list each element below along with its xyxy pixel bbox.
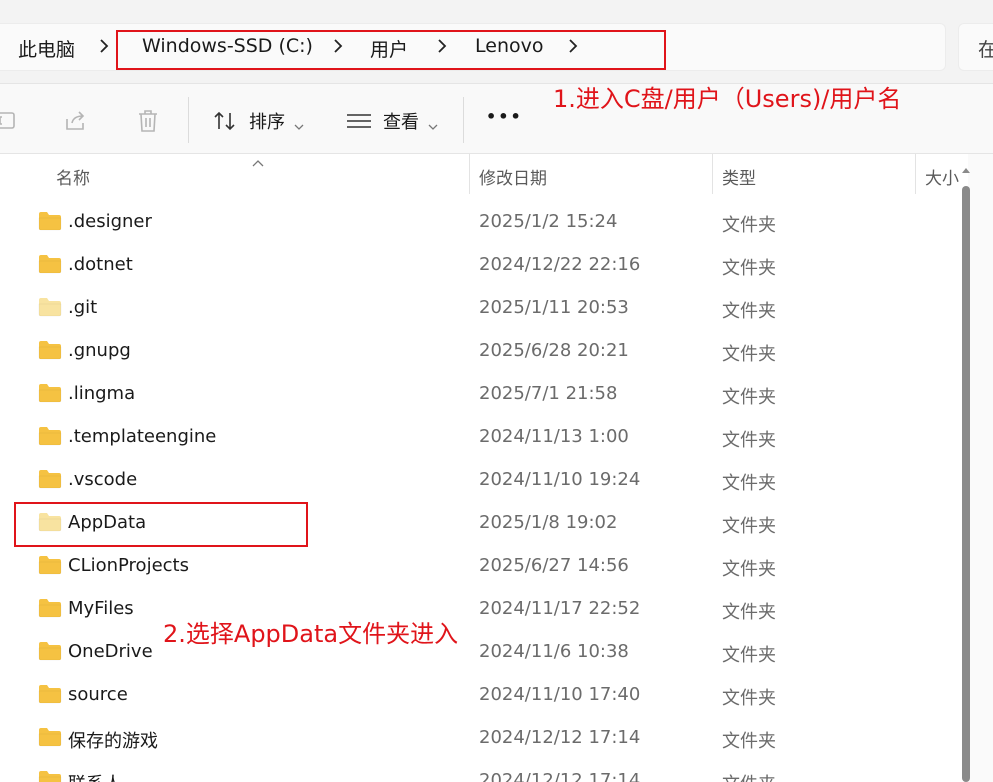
view-button[interactable]: 查看 — [383, 108, 419, 134]
folder-icon — [38, 684, 62, 704]
file-modified-date: 2025/6/28 20:21 — [479, 340, 629, 361]
file-modified-date: 2024/12/12 17:14 — [479, 727, 641, 748]
file-type: 文件夹 — [722, 516, 776, 537]
chevron-right-icon[interactable] — [97, 36, 111, 56]
file-modified-date: 2025/7/1 21:58 — [479, 383, 618, 404]
column-header-size[interactable]: 大小 — [925, 164, 959, 189]
file-type: 文件夹 — [722, 559, 776, 580]
folder-icon — [38, 340, 62, 360]
column-divider[interactable] — [915, 154, 916, 194]
folder-hidden-icon — [38, 297, 62, 317]
search-placeholder: 在 — [978, 39, 993, 61]
annotation-step1: 1.进入C盘/用户（Users)/用户名 — [553, 85, 902, 113]
file-name: OneDrive — [68, 641, 153, 662]
list-item[interactable]: CLionProjects 2025/6/27 14:56 文件夹 — [10, 544, 960, 587]
sort-ascending-icon — [252, 152, 264, 167]
chevron-down-icon[interactable] — [294, 116, 304, 130]
file-type: 文件夹 — [722, 344, 776, 365]
list-item[interactable]: 保存的游戏 2024/12/12 17:14 文件夹 — [10, 716, 960, 759]
list-item[interactable]: .dotnet 2024/12/22 22:16 文件夹 — [10, 243, 960, 286]
file-name: .vscode — [68, 469, 138, 490]
file-modified-date: 2024/11/13 1:00 — [479, 426, 629, 447]
file-modified-date: 2024/12/22 22:16 — [479, 254, 641, 275]
file-modified-date: 2024/11/6 10:38 — [479, 641, 629, 662]
file-name: 联系人 — [68, 770, 122, 782]
file-type: 文件夹 — [722, 215, 776, 236]
file-name: .templateengine — [68, 426, 217, 447]
annotation-box-path — [116, 30, 666, 70]
file-type: 文件夹 — [722, 473, 776, 494]
file-type: 文件夹 — [722, 602, 776, 623]
folder-icon — [38, 641, 62, 661]
vertical-scrollbar[interactable] — [968, 154, 993, 782]
file-modified-date: 2025/1/2 15:24 — [479, 211, 618, 232]
file-name: .designer — [68, 211, 152, 232]
view-icon[interactable] — [346, 109, 372, 133]
file-name: .dotnet — [68, 254, 133, 275]
annotation-box-appdata — [14, 502, 308, 547]
folder-icon — [38, 598, 62, 618]
scroll-up-arrow-icon[interactable] — [960, 160, 972, 173]
folder-icon — [38, 770, 62, 782]
folder-icon — [38, 383, 62, 403]
file-name: CLionProjects — [68, 555, 189, 576]
file-name: 保存的游戏 — [68, 731, 158, 752]
file-modified-date: 2025/6/27 14:56 — [479, 555, 629, 576]
file-type: 文件夹 — [722, 645, 776, 666]
column-header-modified[interactable]: 修改日期 — [479, 164, 547, 189]
file-modified-date: 2024/11/10 17:40 — [479, 684, 641, 705]
file-type: 文件夹 — [722, 430, 776, 451]
folder-icon — [38, 254, 62, 274]
file-name: .gnupg — [68, 340, 131, 361]
scrollbar-thumb[interactable] — [962, 186, 970, 782]
toolbar-divider — [463, 97, 464, 143]
file-type: 文件夹 — [722, 731, 776, 752]
sort-icon[interactable] — [212, 109, 238, 133]
file-type: 文件夹 — [722, 258, 776, 279]
annotation-step2: 2.选择AppData文件夹进入 — [163, 620, 459, 648]
list-item[interactable]: .gnupg 2025/6/28 20:21 文件夹 — [10, 329, 960, 372]
chevron-down-icon[interactable] — [428, 116, 438, 130]
file-name: .lingma — [68, 383, 136, 404]
file-modified-date: 2024/11/17 22:52 — [479, 598, 641, 619]
breadcrumb-this-pc[interactable]: 此电脑 — [18, 35, 75, 62]
rename-icon[interactable] — [0, 109, 18, 133]
folder-icon — [38, 555, 62, 575]
file-type: 文件夹 — [722, 688, 776, 709]
list-item[interactable]: 联系人 2024/12/12 17:14 文件夹 — [10, 759, 960, 782]
sort-button[interactable]: 排序 — [249, 108, 285, 134]
folder-icon — [38, 426, 62, 446]
file-type: 文件夹 — [722, 387, 776, 408]
file-modified-date: 2025/1/8 19:02 — [479, 512, 618, 533]
column-header-type[interactable]: 类型 — [722, 164, 756, 189]
file-modified-date: 2025/1/11 20:53 — [479, 297, 629, 318]
delete-icon[interactable] — [135, 109, 161, 133]
file-name: .git — [68, 297, 98, 318]
file-type: 文件夹 — [722, 770, 776, 782]
share-icon[interactable] — [63, 109, 89, 133]
file-type: 文件夹 — [722, 301, 776, 322]
folder-icon — [38, 469, 62, 489]
folder-icon — [38, 727, 62, 747]
file-modified-date: 2024/11/10 19:24 — [479, 469, 641, 490]
column-divider[interactable] — [712, 154, 713, 194]
more-options-button[interactable]: ••• — [486, 107, 523, 126]
column-divider[interactable] — [469, 154, 470, 194]
list-item[interactable]: source 2024/11/10 17:40 文件夹 — [10, 673, 960, 716]
list-item[interactable]: .designer 2025/1/2 15:24 文件夹 — [10, 200, 960, 243]
toolbar-divider — [188, 97, 189, 143]
list-item[interactable]: .vscode 2024/11/10 19:24 文件夹 — [10, 458, 960, 501]
list-item[interactable]: .git 2025/1/11 20:53 文件夹 — [10, 286, 960, 329]
column-header-name[interactable]: 名称 — [56, 164, 90, 189]
list-item[interactable]: .lingma 2025/7/1 21:58 文件夹 — [10, 372, 960, 415]
folder-icon — [38, 211, 62, 231]
file-name: MyFiles — [68, 598, 134, 619]
list-item[interactable]: MyFiles 2024/11/17 22:52 文件夹 — [10, 587, 960, 630]
list-item[interactable]: .templateengine 2024/11/13 1:00 文件夹 — [10, 415, 960, 458]
file-modified-date: 2024/12/12 17:14 — [479, 770, 641, 782]
list-item[interactable]: OneDrive 2024/11/6 10:38 文件夹 — [10, 630, 960, 673]
file-name: source — [68, 684, 128, 705]
